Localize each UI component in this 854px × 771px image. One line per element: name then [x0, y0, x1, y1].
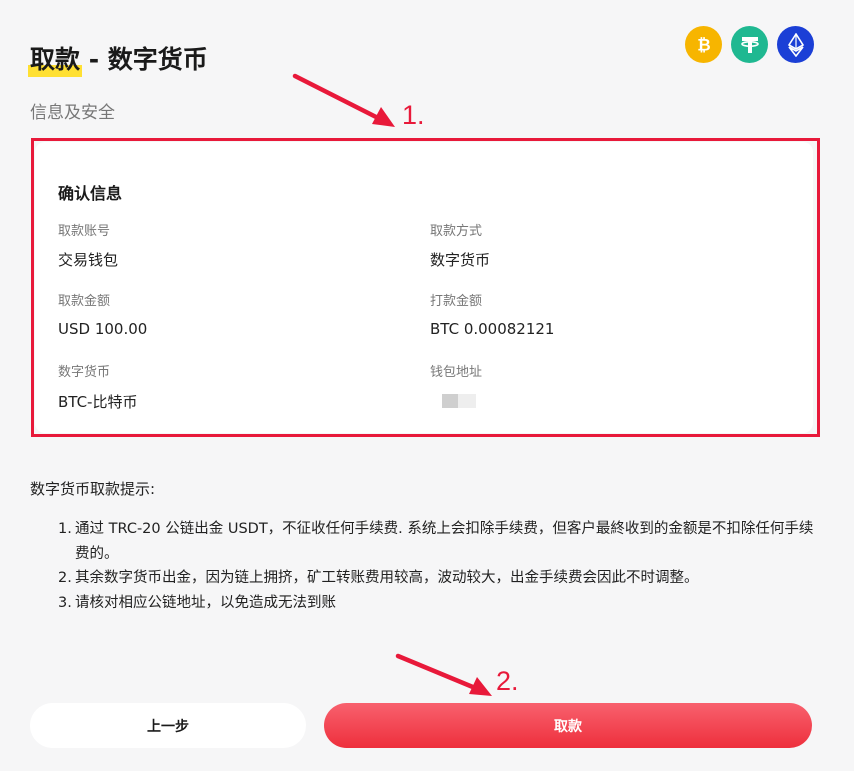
annotation-arrow-2: [395, 653, 492, 696]
tether-icon: [731, 26, 768, 63]
svg-text:₿: ₿: [697, 35, 710, 54]
annotation-highlight-box: [31, 138, 820, 437]
previous-step-button[interactable]: 上一步: [30, 703, 306, 748]
page-title: 取款 - 数字货币: [27, 40, 208, 80]
page-subtitle: 信息及安全: [30, 103, 115, 123]
annotation-label-2: 2.: [496, 666, 519, 696]
tip-item: 1. 通过 TRC-20 公链出金 USDT，不征收任何手续费. 系统上会扣除手续…: [58, 521, 814, 562]
ethereum-icon: [777, 26, 814, 63]
annotation-label-1: 1.: [402, 100, 425, 130]
tips-title: 数字货币取款提示:: [30, 480, 156, 498]
tips-list: 1. 通过 TRC-20 公链出金 USDT，不征收任何手续费. 系统上会扣除手续…: [58, 517, 818, 615]
page-title-highlight: 取款: [27, 40, 83, 80]
annotation-arrow-1: [292, 73, 395, 127]
tip-item: 3. 请核对相应公链地址，以免造成无法到账: [58, 594, 336, 611]
coin-icons: ₿: [685, 26, 814, 63]
bitcoin-icon: ₿: [685, 26, 722, 63]
page-title-rest: - 数字货币: [80, 45, 208, 74]
tip-item: 2. 其余数字货币出金，因为链上拥挤，矿工转账费用较高，波动较大，出金手续费会因此…: [58, 570, 699, 586]
page-header: 取款 - 数字货币: [27, 40, 208, 80]
withdraw-submit-button[interactable]: 取款: [324, 703, 812, 748]
